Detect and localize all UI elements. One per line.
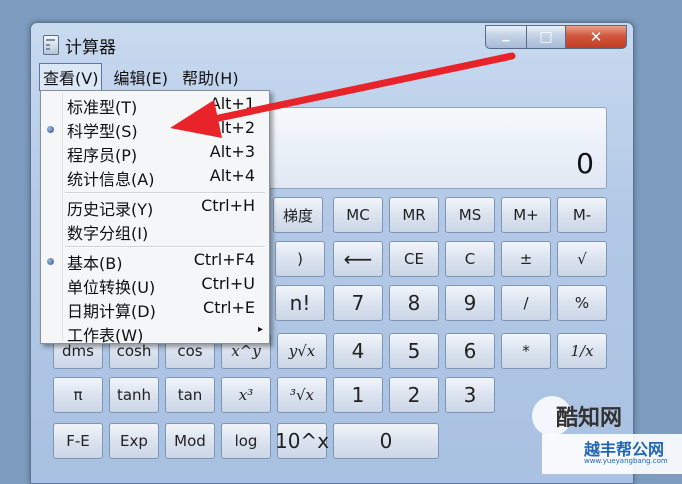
- watermark: 酷知网 越丰帮公网 www.yueyangbang.com: [512, 394, 682, 474]
- watermark-site: www.yueyangbang.com: [584, 457, 668, 465]
- watermark-brand: 酷知网: [556, 406, 623, 431]
